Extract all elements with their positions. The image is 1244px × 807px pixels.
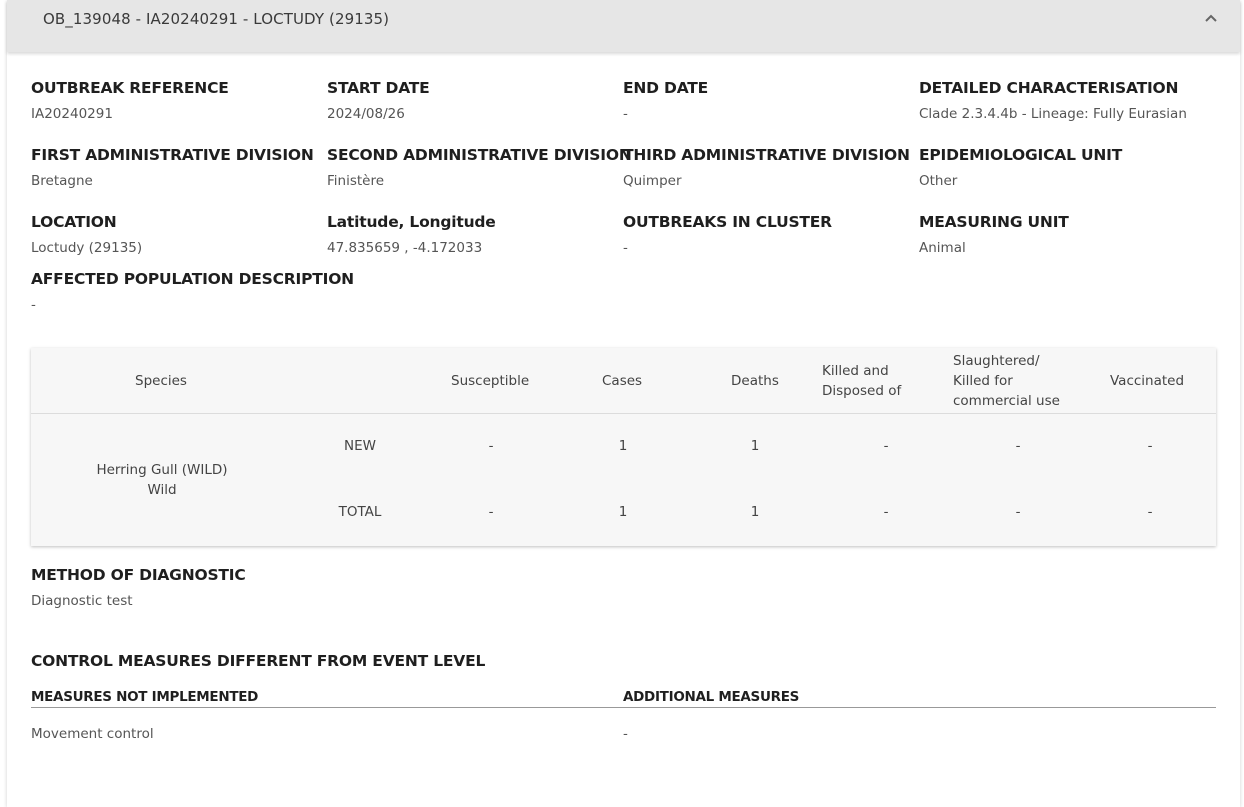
start-date-value: 2024/08/26 [327, 106, 405, 122]
control-measures-title: CONTROL MEASURES DIFFERENT FROM EVENT LE… [31, 652, 486, 670]
location-value: Loctudy (29135) [31, 240, 143, 256]
measures-not-implemented-value: Movement control [31, 726, 154, 742]
row-new-susceptible: - [488, 438, 494, 454]
diagnostic-label: METHOD OF DIAGNOSTIC [31, 566, 246, 584]
row-total-susceptible: - [488, 504, 494, 520]
additional-measures-label: ADDITIONAL MEASURES [623, 689, 800, 705]
measures-not-implemented-label: MEASURES NOT IMPLEMENTED [31, 689, 259, 705]
detailed-characterisation-label: DETAILED CHARACTERISATION [919, 79, 1179, 97]
end-date-field: END DATE - [623, 79, 708, 122]
third-admin-division-label: THIRD ADMINISTRATIVE DIVISION [623, 146, 910, 164]
header-slaughtered-line3: commercial use [953, 393, 1060, 409]
header-killed: Killed and Disposed of [822, 361, 901, 401]
lat-long-value: 47.835659 , -4.172033 [327, 240, 483, 256]
header-killed-line1: Killed and [822, 363, 889, 379]
third-admin-division-field: THIRD ADMINISTRATIVE DIVISION Quimper [623, 146, 910, 189]
measuring-unit-label: MEASURING UNIT [919, 213, 1069, 231]
row-new-cases: 1 [618, 438, 628, 454]
outbreaks-in-cluster-value: - [623, 240, 628, 256]
header-slaughtered-line2: Killed for [953, 373, 1013, 389]
species-type: Wild [147, 482, 177, 498]
epidemiological-unit-label: EPIDEMIOLOGICAL UNIT [919, 146, 1123, 164]
first-admin-division-label: FIRST ADMINISTRATIVE DIVISION [31, 146, 314, 164]
species-table: Species Susceptible Cases Deaths Killed … [31, 348, 1216, 546]
second-admin-division-value: Finistère [327, 173, 385, 189]
row-new-label: NEW [344, 438, 376, 454]
location-label: LOCATION [31, 213, 117, 231]
third-admin-division-value: Quimper [623, 173, 682, 189]
measuring-unit-field: MEASURING UNIT Animal [919, 213, 1069, 256]
outbreak-reference-value: IA20240291 [31, 106, 113, 122]
affected-population-label: AFFECTED POPULATION DESCRIPTION [31, 270, 354, 288]
detailed-characterisation-value: Clade 2.3.4.4b - Lineage: Fully Eurasian [919, 106, 1187, 122]
species-name: Herring Gull (WILD) [96, 462, 228, 478]
outbreak-panel-header[interactable]: OB_139048 - IA20240291 - LOCTUDY (29135) [7, 0, 1240, 52]
row-total-killed: - [883, 504, 889, 520]
row-new-killed: - [883, 438, 889, 454]
header-deaths: Deaths [731, 373, 779, 389]
second-admin-division-label: SECOND ADMINISTRATIVE DIVISION [327, 146, 632, 164]
header-slaughtered: Slaughtered/ Killed for commercial use [953, 351, 1060, 411]
second-admin-division-field: SECOND ADMINISTRATIVE DIVISION Finistère [327, 146, 632, 189]
outbreaks-in-cluster-label: OUTBREAKS IN CLUSTER [623, 213, 832, 231]
diagnostic-value: Diagnostic test [31, 593, 133, 609]
outbreaks-in-cluster-field: OUTBREAKS IN CLUSTER - [623, 213, 832, 256]
start-date-label: START DATE [327, 79, 430, 97]
table-header-divider [31, 413, 1216, 414]
lat-long-field: Latitude, Longitude 47.835659 , -4.17203… [327, 213, 496, 256]
lat-long-label: Latitude, Longitude [327, 213, 496, 231]
epidemiological-unit-value: Other [919, 173, 958, 189]
detailed-characterisation-field: DETAILED CHARACTERISATION Clade 2.3.4.4b… [919, 79, 1187, 122]
row-total-label: TOTAL [338, 504, 382, 520]
additional-measures-value: - [623, 726, 628, 742]
measuring-unit-value: Animal [919, 240, 966, 256]
first-admin-division-field: FIRST ADMINISTRATIVE DIVISION Bretagne [31, 146, 314, 189]
species-cell: Herring Gull (WILD) Wild [31, 460, 293, 500]
outbreak-reference-label: OUTBREAK REFERENCE [31, 79, 229, 97]
header-slaughtered-line1: Slaughtered/ [953, 353, 1040, 369]
start-date-field: START DATE 2024/08/26 [327, 79, 430, 122]
row-total-cases: 1 [618, 504, 628, 520]
outbreak-reference-field: OUTBREAK REFERENCE IA20240291 [31, 79, 229, 122]
first-admin-division-value: Bretagne [31, 173, 93, 189]
header-cases: Cases [602, 373, 643, 389]
diagnostic-field: METHOD OF DIAGNOSTIC Diagnostic test [31, 566, 246, 609]
row-total-deaths: 1 [750, 504, 760, 520]
end-date-value: - [623, 106, 628, 122]
chevron-up-icon[interactable] [1202, 10, 1220, 28]
row-new-slaughtered: - [1015, 438, 1021, 454]
affected-population-field: AFFECTED POPULATION DESCRIPTION - [31, 270, 354, 313]
header-species: Species [135, 373, 187, 389]
panel-title: OB_139048 - IA20240291 - LOCTUDY (29135) [43, 10, 390, 28]
row-total-slaughtered: - [1015, 504, 1021, 520]
affected-population-value: - [31, 297, 36, 313]
header-killed-line2: Disposed of [822, 383, 902, 399]
header-vaccinated: Vaccinated [1110, 373, 1185, 389]
header-susceptible: Susceptible [451, 373, 530, 389]
row-total-vaccinated: - [1147, 504, 1153, 520]
control-measures-divider [31, 707, 1216, 708]
row-new-vaccinated: - [1147, 438, 1153, 454]
location-field: LOCATION Loctudy (29135) [31, 213, 142, 256]
row-new-deaths: 1 [750, 438, 760, 454]
end-date-label: END DATE [623, 79, 709, 97]
epidemiological-unit-field: EPIDEMIOLOGICAL UNIT Other [919, 146, 1122, 189]
